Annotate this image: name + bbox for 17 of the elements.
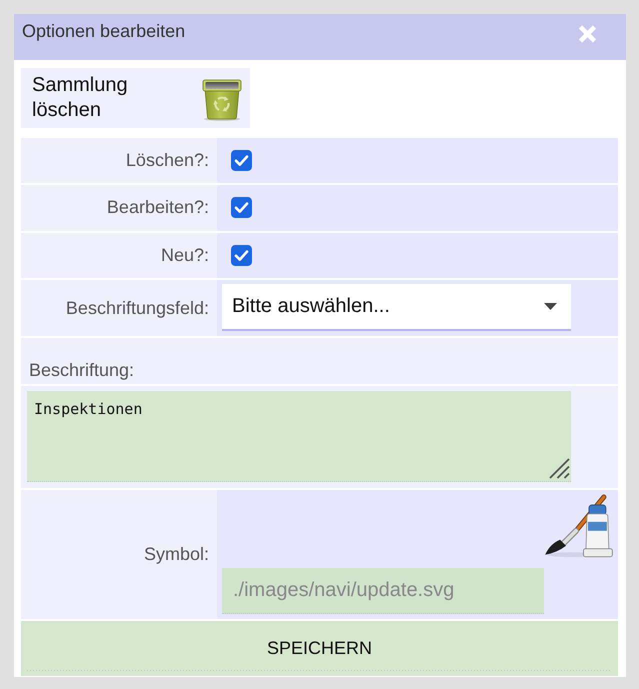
- field-label: Beschriftungsfeld:: [21, 280, 217, 336]
- save-button[interactable]: SPEICHERN: [21, 621, 618, 676]
- option-label: Löschen?:: [21, 138, 217, 183]
- field-label: Symbol:: [21, 490, 217, 619]
- checkbox[interactable]: [230, 197, 252, 218]
- option-label: Neu?:: [21, 232, 217, 278]
- option-label: Bearbeiten?:: [21, 185, 217, 230]
- caption-label: Beschriftung:: [21, 338, 618, 384]
- label-field-dropdown[interactable]: Bitte auswählen...: [222, 284, 571, 330]
- paintbrush-and-paint-tube-icon[interactable]: [542, 494, 612, 559]
- checkbox[interactable]: [230, 150, 252, 171]
- checkbox[interactable]: [230, 244, 252, 266]
- caret-icon: [544, 302, 557, 310]
- caption-textarea[interactable]: Inspektionen: [27, 390, 571, 482]
- resize-grip-icon[interactable]: [548, 457, 570, 479]
- dialog-title: Optionen bearbeiten: [22, 20, 186, 42]
- delete-collection-button[interactable]: Sammlung löschen: [21, 68, 250, 128]
